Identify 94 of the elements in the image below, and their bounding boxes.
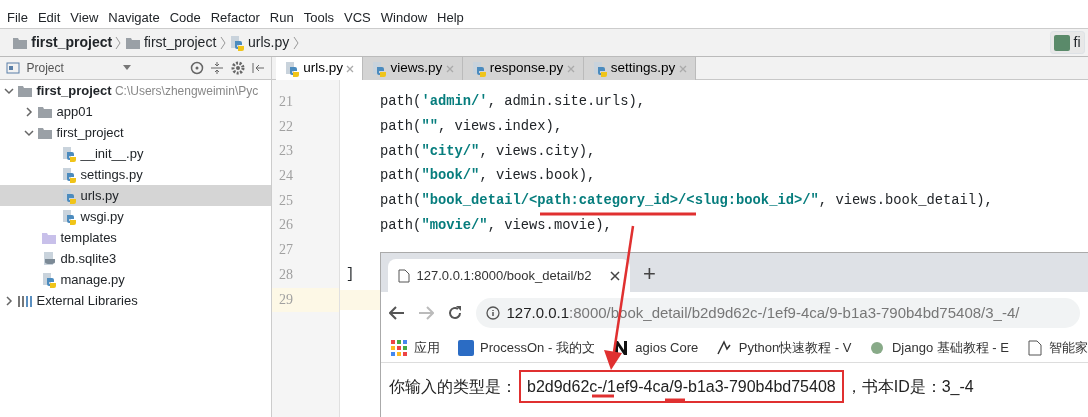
menu-item[interactable]: Code [164, 8, 206, 28]
bookmark-link[interactable]: 智能家 [1027, 338, 1088, 358]
close-icon [445, 64, 454, 73]
python-file-icon [371, 60, 388, 77]
bookmark-site-icon [457, 340, 474, 356]
menu-item[interactable]: VCS [339, 8, 376, 28]
python-file-icon [228, 34, 245, 51]
line-number: 23 [278, 142, 294, 161]
target-icon [189, 61, 204, 75]
menu-item[interactable]: View [65, 8, 104, 28]
close-icon [678, 64, 687, 73]
tree-item[interactable]: External Libraries [0, 290, 271, 311]
python-file-icon [470, 60, 487, 77]
book-id-value: 3_-4 [941, 378, 974, 395]
run-config-button[interactable]: fi [1050, 31, 1085, 54]
close-icon [346, 64, 355, 73]
menu-item[interactable]: Window [375, 8, 433, 28]
project-view-icon [6, 61, 20, 75]
tree-item[interactable]: urls.py [0, 185, 271, 206]
collapse-icon [210, 61, 224, 75]
forward-icon [418, 306, 434, 320]
breadcrumb-item[interactable]: first_project [143, 32, 217, 53]
reload-icon [447, 305, 463, 321]
result-label: ，书本ID是： [845, 378, 942, 395]
tree-item[interactable]: db.sqlite3 [0, 248, 271, 269]
bookmark-link[interactable]: Python快速教程 - V [716, 338, 852, 358]
python-file-icon [61, 166, 78, 183]
close-icon [566, 64, 575, 73]
python-file-icon [41, 271, 58, 288]
python-file-icon [61, 187, 78, 204]
apps-grid-icon [391, 340, 407, 356]
tree-item[interactable]: wsgi.py [0, 206, 271, 227]
editor-tab[interactable]: response.py [462, 57, 584, 80]
line-number: 29 [272, 287, 339, 313]
menu-item[interactable]: Run [264, 8, 299, 28]
caret-icon [122, 65, 131, 71]
browser-tab[interactable]: 127.0.0.1:8000/book_detail/b2 [388, 259, 630, 292]
tree-item[interactable]: first_project C:\Users\zhengweimin\Pyc [0, 80, 271, 101]
page-icon [398, 268, 410, 283]
tree-item[interactable]: app01 [0, 101, 271, 122]
tree-item[interactable]: __init__.py [0, 143, 271, 164]
chevron-icon [219, 35, 226, 50]
line-number: 26 [278, 216, 294, 235]
breadcrumb-item[interactable]: urls.py [248, 32, 290, 53]
menu-item[interactable]: Help [432, 8, 469, 28]
highlighted-value: b2d9d62c-/1ef9-4ca/9-b1a3-790b4bd75408 [519, 370, 844, 403]
menu-item[interactable]: Tools [298, 8, 340, 28]
code-line: path("movie/", views.movie), [379, 216, 612, 235]
line-number: 24 [278, 167, 294, 186]
code-line: path("book/", views.book), [379, 167, 596, 186]
result-label: 你输入的类型是： [389, 378, 517, 395]
menu-item[interactable]: File [2, 8, 33, 28]
line-number: 27 [278, 241, 294, 260]
bookmark-site-icon [716, 340, 733, 356]
tree-item[interactable]: settings.py [0, 164, 271, 185]
tree-item[interactable]: first_project [0, 122, 271, 143]
python-file-icon [284, 60, 300, 77]
editor-tab[interactable]: urls.py [276, 57, 364, 80]
menu-item[interactable]: Navigate [103, 8, 165, 28]
code-line: path("book_detail/<path:category_id>/<slug:book_id>/", views.book_detail), [379, 192, 993, 211]
annotation-underline [665, 398, 685, 402]
python-file-icon [591, 60, 608, 77]
line-number: 22 [278, 117, 294, 136]
back-icon [389, 306, 405, 320]
python-file-icon [61, 208, 78, 225]
code-line: ] [345, 266, 355, 285]
chevron-icon [292, 35, 299, 50]
line-number: 21 [278, 93, 294, 111]
annotation-underline [592, 394, 614, 398]
tree-item[interactable]: manage.py [0, 269, 271, 290]
menu-item[interactable]: Edit [32, 8, 66, 28]
line-number: 28 [278, 265, 294, 284]
python-file-icon [61, 145, 78, 162]
settings-icon [230, 61, 245, 75]
database-file-icon [41, 250, 58, 267]
bookmark-link[interactable]: Django 基础教程 - E [869, 338, 1009, 358]
line-number: 25 [278, 191, 294, 210]
bookmark-link[interactable]: ProcessOn - 我的文 [457, 338, 595, 358]
code-line: path("city/", views.city), [379, 142, 596, 161]
editor-tab[interactable]: settings.py [583, 57, 696, 80]
code-line: path("", views.index), [379, 118, 563, 137]
menu-item[interactable]: Refactor [205, 8, 265, 28]
new-tab-button[interactable]: + [643, 259, 656, 289]
bookmark-link[interactable]: 应用 [391, 338, 440, 358]
bookmark-site-icon [869, 340, 886, 356]
editor-tab[interactable]: views.py [363, 57, 463, 80]
tree-item[interactable]: templates [0, 227, 271, 248]
chevron-icon [115, 35, 122, 50]
breadcrumb-item[interactable]: first_project [31, 32, 113, 53]
code-line: path('admin/', admin.site.urls), [379, 93, 645, 112]
close-icon [610, 270, 620, 281]
panel-title: Project [26, 60, 64, 77]
info-icon [486, 306, 500, 320]
page-icon [1027, 340, 1043, 356]
